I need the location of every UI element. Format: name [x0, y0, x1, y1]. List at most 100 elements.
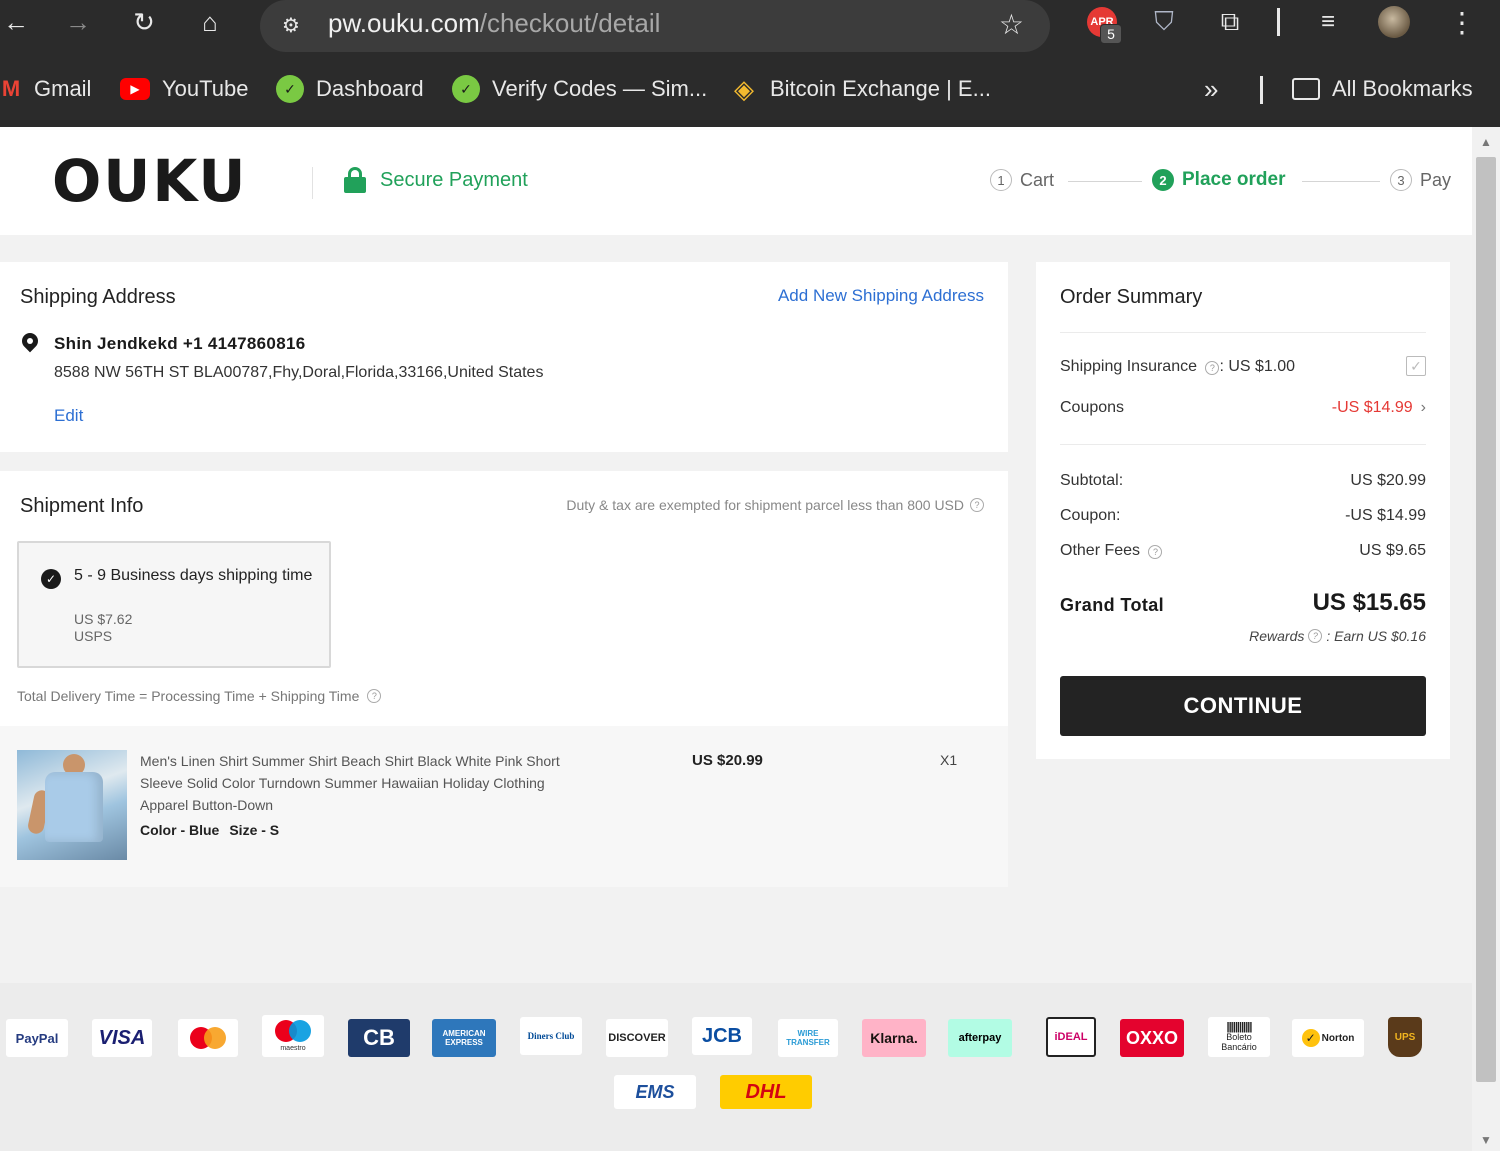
bookmark-gmail[interactable]: M Gmail [2, 74, 92, 104]
browser-chrome: ← → ↻ ⌂ ⚙ pw.ouku.com/checkout/detail ☆ … [0, 0, 1500, 127]
page-scrollbar[interactable]: ▲ ▼ [1472, 127, 1500, 1151]
site-settings-icon[interactable]: ⚙ [276, 10, 306, 40]
continue-button[interactable]: CONTINUE [1060, 676, 1426, 736]
reload-icon[interactable]: ↻ [124, 4, 164, 40]
shield-extension-icon[interactable]: ⛉ [1146, 4, 1182, 40]
rewards-label: Rewards [1249, 628, 1305, 644]
step-place-order: 2 Place order [1152, 169, 1286, 191]
help-icon[interactable]: ? [1205, 361, 1220, 375]
product-quantity: X1 [940, 752, 958, 768]
bookmark-bitcoin-exchange[interactable]: ◈ Bitcoin Exchange | E... [730, 74, 991, 104]
delivery-note-text: Total Delivery Time = Processing Time + … [17, 688, 360, 704]
scroll-up-arrow-icon[interactable]: ▲ [1480, 135, 1492, 149]
media-queue-icon[interactable]: ≡ [1308, 4, 1348, 40]
summary-divider [1060, 332, 1426, 333]
bookmark-dashboard[interactable]: ✓ Dashboard [276, 74, 424, 104]
folder-icon [1292, 78, 1320, 100]
summary-divider [1060, 444, 1426, 445]
profile-avatar[interactable] [1374, 4, 1414, 40]
maestro-logo: maestro [262, 1015, 324, 1057]
payment-label: Norton [1321, 1032, 1355, 1044]
payment-label: Boleto Bancário [1221, 1032, 1257, 1052]
bookmark-star-icon[interactable]: ☆ [999, 8, 1024, 41]
add-new-address-link[interactable]: Add New Shipping Address [778, 286, 984, 306]
checkout-header: OUKU Secure Payment 1 Cart 2 Place order… [0, 127, 1472, 235]
bookmarks-divider [1260, 76, 1263, 104]
payment-label: EMS [635, 1081, 675, 1102]
ouku-logo[interactable]: OUKU [52, 151, 247, 211]
step-label: Cart [1020, 169, 1055, 190]
klarna-logo: Klarna. [862, 1019, 926, 1057]
product-size: Size - S [229, 822, 280, 838]
coupons-label: Coupons [1060, 399, 1125, 416]
payment-methods-footer: PayPal VISA maestro CB AMERICAN EXPRESS … [0, 983, 1472, 1151]
browser-menu-icon[interactable]: ⋮ [1442, 4, 1482, 40]
step-pay: 3 Pay [1390, 169, 1451, 191]
url-text[interactable]: pw.ouku.com/checkout/detail [328, 8, 660, 38]
payment-label: WIRE TRANSFER [786, 1029, 830, 1047]
cb-logo: CB [348, 1019, 410, 1057]
product-image[interactable] [17, 750, 127, 860]
rewards-note: Rewards ? : Earn US $0.16 [1249, 628, 1426, 644]
shipping-option[interactable]: ✓ 5 - 9 Business days shipping time US $… [17, 541, 331, 668]
shipping-option-price: US $7.62 [74, 611, 133, 627]
more-bookmarks-icon[interactable]: » [1204, 74, 1218, 105]
bookmark-verify-codes[interactable]: ✓ Verify Codes — Sim... [452, 74, 707, 104]
forward-icon[interactable]: → [58, 4, 98, 40]
shipping-insurance-row: Shipping Insurance ?: US $1.00 ✓ [1060, 356, 1426, 376]
payment-label: AMERICAN EXPRESS [442, 1029, 486, 1047]
all-bookmarks-button[interactable]: All Bookmarks [1292, 74, 1473, 104]
bookmark-label: Bitcoin Exchange | E... [770, 76, 991, 101]
product-price: US $20.99 [692, 752, 763, 769]
address-line: 8588 NW 56TH ST BLA00787,Fhy,Doral,Flori… [54, 364, 544, 381]
browser-toolbar: ← → ↻ ⌂ ⚙ pw.ouku.com/checkout/detail ☆ … [0, 0, 1500, 52]
boleto-logo: |||||||||||| Boleto Bancário [1208, 1017, 1270, 1057]
address-bar[interactable]: ⚙ pw.ouku.com/checkout/detail ☆ [260, 0, 1050, 52]
coupon-value: -US $14.99 [1345, 507, 1426, 524]
mastercard-logo [178, 1019, 238, 1057]
home-icon[interactable]: ⌂ [190, 4, 230, 40]
help-icon[interactable]: ? [367, 689, 382, 703]
other-fees-row: Other Fees ? US $9.65 [1060, 542, 1426, 560]
payment-label: UPS [1394, 1031, 1416, 1043]
bookmark-label: YouTube [162, 76, 249, 101]
afterpay-logo: afterpay [948, 1019, 1012, 1057]
rewards-value: : Earn US $0.16 [1326, 628, 1426, 644]
grand-total-value: US $15.65 [1312, 589, 1426, 616]
shipping-address-title: Shipping Address [20, 286, 176, 308]
help-icon[interactable]: ? [1308, 629, 1323, 643]
order-item: Men's Linen Shirt Summer Shirt Beach Shi… [0, 726, 1008, 887]
duty-note: Duty & tax are exempted for shipment par… [566, 497, 984, 513]
insurance-value: : US $1.00 [1219, 358, 1296, 375]
chevron-right-icon: › [1420, 399, 1426, 416]
ideal-logo: iDEAL [1046, 1017, 1096, 1057]
payment-label: iDEAL [1054, 1031, 1088, 1043]
coupons-row[interactable]: Coupons -US $14.99 › [1060, 399, 1426, 417]
payment-label: DISCOVER [608, 1032, 666, 1044]
avatar-image [1378, 6, 1410, 38]
step-cart[interactable]: 1 Cart [990, 169, 1054, 191]
back-icon[interactable]: ← [0, 4, 36, 40]
bookmark-youtube[interactable]: ▶ YouTube [120, 74, 248, 104]
insurance-checkbox[interactable]: ✓ [1406, 356, 1426, 376]
shipping-option-title: 5 - 9 Business days shipping time [74, 567, 313, 584]
wire-transfer-logo: WIRE TRANSFER [778, 1019, 838, 1057]
payment-label: Klarna. [870, 1030, 918, 1046]
other-fees-label: Other Fees [1060, 542, 1141, 559]
oxxo-logo: OXXO [1120, 1019, 1184, 1057]
bookmark-label: Dashboard [316, 76, 424, 101]
apr-extension-icon[interactable]: APR 5 [1080, 4, 1124, 44]
help-icon[interactable]: ? [1148, 545, 1163, 559]
apr-badge: 5 [1100, 24, 1122, 44]
scroll-down-arrow-icon[interactable]: ▼ [1480, 1133, 1492, 1147]
product-title[interactable]: Men's Linen Shirt Summer Shirt Beach Shi… [140, 750, 590, 816]
edit-address-link[interactable]: Edit [54, 406, 83, 426]
help-icon[interactable]: ? [970, 498, 984, 512]
extensions-puzzle-icon[interactable]: ⧉ [1210, 4, 1250, 40]
coupon-row: Coupon: -US $14.99 [1060, 507, 1426, 525]
subtotal-row: Subtotal: US $20.99 [1060, 472, 1426, 490]
scrollbar-thumb[interactable] [1476, 157, 1496, 1082]
toolbar-divider [1277, 8, 1280, 36]
all-bookmarks-label: All Bookmarks [1332, 76, 1473, 101]
checkout-steps: 1 Cart 2 Place order 3 Pay [990, 167, 1460, 197]
